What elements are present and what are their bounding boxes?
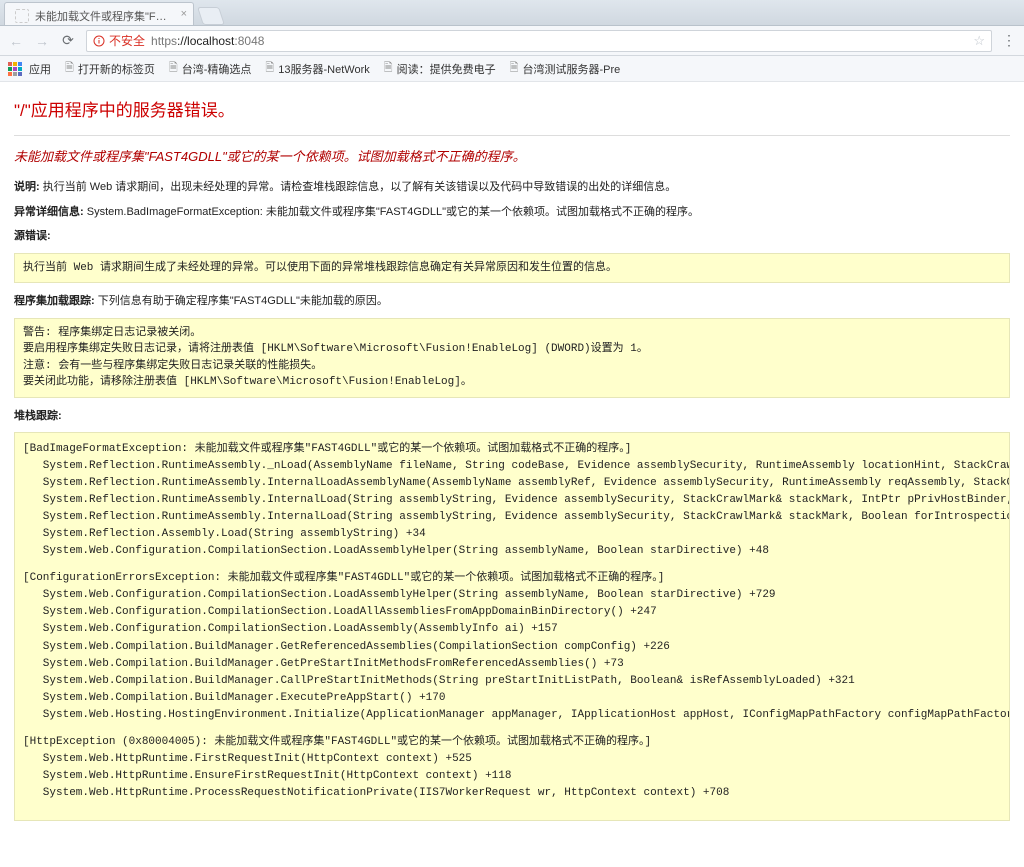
- description-line: 说明: 执行当前 Web 请求期间，出现未经处理的异常。请检查堆栈跟踪信息，以了…: [14, 179, 1010, 196]
- chrome-menu-icon[interactable]: ⋮: [1002, 32, 1016, 49]
- page-icon: 🗎: [265, 59, 274, 78]
- info-icon: [93, 35, 105, 47]
- page-icon: 🗎: [169, 59, 178, 78]
- bookmark-item-0[interactable]: 🗎打开新的标签页: [65, 59, 155, 78]
- stack-trace-box: [BadImageFormatException: 未能加载文件或程序集"FAS…: [14, 432, 1010, 821]
- source-error-box: 执行当前 Web 请求期间生成了未经处理的异常。可以使用下面的异常堆栈跟踪信息确…: [14, 253, 1010, 284]
- forward-icon: →: [34, 33, 50, 49]
- bookmark-item-2[interactable]: 🗎13服务器-NetWork: [265, 59, 369, 78]
- browser-tab-strip: 未能加载文件或程序集"F… ×: [0, 0, 1024, 26]
- bookmark-item-4[interactable]: 🗎台湾测试服务器-Pre: [510, 59, 621, 78]
- page-icon: 🗎: [65, 59, 74, 78]
- url-text: https://localhost:8048: [151, 34, 264, 48]
- divider: [14, 135, 1010, 136]
- stack-trace-label: 堆栈跟踪:: [14, 408, 1010, 425]
- favicon-icon: [15, 9, 29, 23]
- stack-trace-group: [BadImageFormatException: 未能加载文件或程序集"FAS…: [15, 441, 1009, 560]
- exception-detail-line: 异常详细信息: System.BadImageFormatException: …: [14, 204, 1010, 221]
- error-subtitle: 未能加载文件或程序集"FAST4GDLL"或它的某一个依赖项。试图加载格式不正确…: [14, 146, 1010, 165]
- url-input[interactable]: 不安全 https://localhost:8048 ☆: [86, 30, 992, 52]
- assembly-trace-line: 程序集加载跟踪: 下列信息有助于确定程序集"FAST4GDLL"未能加载的原因。: [14, 293, 1010, 310]
- close-icon[interactable]: ×: [181, 8, 187, 20]
- error-page: "/"应用程序中的服务器错误。 未能加载文件或程序集"FAST4GDLL"或它的…: [0, 82, 1024, 867]
- reload-icon[interactable]: ⟳: [60, 32, 76, 49]
- new-tab-button[interactable]: [197, 7, 225, 25]
- page-icon: 🗎: [384, 59, 393, 78]
- bookmark-star-icon[interactable]: ☆: [973, 33, 985, 49]
- bookmark-item-1[interactable]: 🗎台湾-精确选点: [169, 59, 252, 78]
- apps-grid-icon: [8, 62, 22, 76]
- source-error-label: 源错误:: [14, 228, 1010, 245]
- browser-tab[interactable]: 未能加载文件或程序集"F… ×: [4, 2, 194, 25]
- tab-title: 未能加载文件或程序集"F…: [35, 8, 167, 24]
- insecure-badge[interactable]: 不安全: [93, 32, 145, 49]
- page-icon: 🗎: [510, 59, 519, 78]
- back-icon[interactable]: ←: [8, 33, 24, 49]
- stack-trace-group: [ConfigurationErrorsException: 未能加载文件或程序…: [15, 570, 1009, 723]
- stack-trace-group: [HttpException (0x80004005): 未能加载文件或程序集"…: [15, 734, 1009, 802]
- bookmarks-bar: 应用 🗎打开新的标签页 🗎台湾-精确选点 🗎13服务器-NetWork 🗎阅读：…: [0, 56, 1024, 82]
- page-title: "/"应用程序中的服务器错误。: [14, 96, 1010, 121]
- apps-label: 应用: [29, 61, 51, 77]
- apps-button[interactable]: 应用: [8, 61, 51, 77]
- insecure-label: 不安全: [109, 32, 145, 49]
- assembly-trace-box: 警告: 程序集绑定日志记录被关闭。 要启用程序集绑定失败日志记录，请将注册表值 …: [14, 318, 1010, 398]
- bookmark-item-3[interactable]: 🗎阅读：提供免费电子: [384, 59, 496, 78]
- address-bar: ← → ⟳ 不安全 https://localhost:8048 ☆ ⋮: [0, 26, 1024, 56]
